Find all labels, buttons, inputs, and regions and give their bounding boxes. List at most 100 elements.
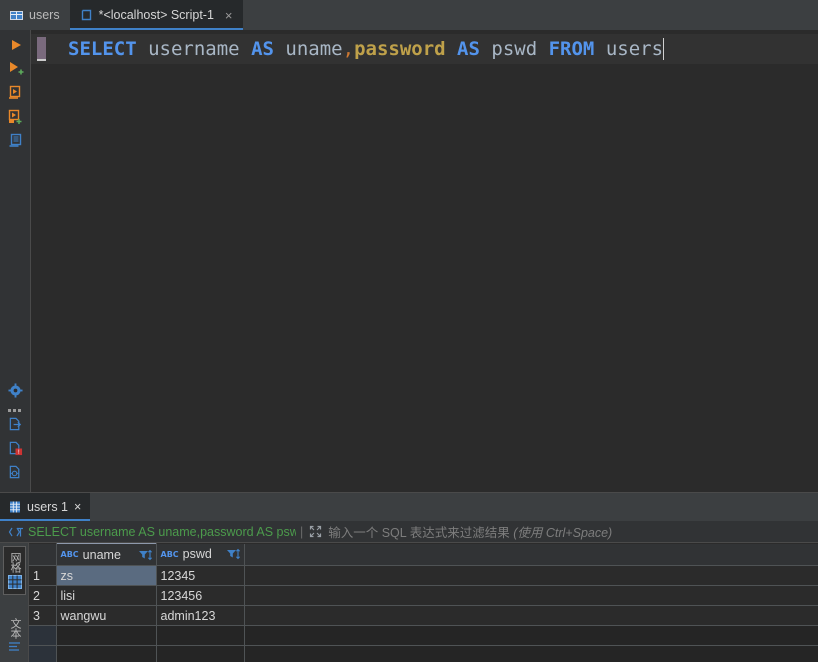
expand-editor-icon[interactable] <box>309 525 322 538</box>
sql-filter-icon <box>8 526 24 538</box>
editor-tab-users-label: users <box>29 8 60 22</box>
text-caret <box>663 38 665 60</box>
table-row-empty[interactable] <box>29 625 818 646</box>
show-query-plan-icon[interactable] <box>7 132 25 150</box>
sort-filter-icon[interactable] <box>138 549 152 561</box>
view-tab-grid[interactable]: 网格 <box>3 546 26 595</box>
view-tab-grid-label: 网格 <box>9 552 21 572</box>
sql-space-6 <box>537 38 548 60</box>
filter-placeholder-hint: (使用 Ctrl+Space) <box>513 526 613 540</box>
row-number[interactable]: 3 <box>29 605 57 626</box>
sql-space-7 <box>594 38 605 60</box>
applied-filter-query: SELECT username AS uname,password AS psw… <box>28 524 296 539</box>
sql-space-1 <box>137 38 148 60</box>
cell-pswd[interactable]: 123456 <box>156 585 245 606</box>
sql-token-as-1: AS <box>251 38 274 60</box>
close-icon[interactable]: × <box>74 500 81 514</box>
results-table-body: 1 zs 12345 2 lisi 123456 3 wangwu admin1… <box>29 565 818 662</box>
sql-space-3 <box>274 38 285 60</box>
sort-filter-icon[interactable] <box>226 548 240 560</box>
results-panel: users 1 × SELECT username AS uname,passw… <box>0 492 818 662</box>
table-row-empty[interactable] <box>29 645 818 662</box>
filter-placeholder: 输入一个 SQL 表达式来过滤结果 (使用 Ctrl+Space) <box>328 522 612 541</box>
sql-token-username: username <box>148 38 240 60</box>
table-row[interactable]: 3 wangwu admin123 <box>29 605 818 626</box>
results-table: ABC uname ABC pswd 1 zs 12345 2 lisi 123… <box>29 543 818 662</box>
sql-token-select: SELECT <box>68 38 137 60</box>
column-header-pswd[interactable]: ABC pswd <box>156 543 245 566</box>
result-table-icon <box>9 501 21 513</box>
execute-to-file-new-icon[interactable] <box>7 108 25 126</box>
column-header-uname[interactable]: ABC uname <box>55 543 157 566</box>
editor-tab-script-1[interactable]: *<localhost> Script-1 × <box>69 0 243 30</box>
sql-token-uname: uname <box>285 38 343 60</box>
export-data-icon[interactable] <box>7 416 24 433</box>
table-row[interactable]: 1 zs 12345 <box>29 565 818 586</box>
column-type-badge: ABC <box>60 550 79 559</box>
cell-empty[interactable] <box>56 645 157 662</box>
cell-pswd[interactable]: 12345 <box>156 565 245 586</box>
row-header-corner[interactable] <box>29 543 57 566</box>
cell-pswd[interactable]: admin123 <box>156 605 245 626</box>
cell-filler <box>244 605 818 626</box>
console-icon <box>80 9 93 22</box>
view-tab-text-label: 文本 <box>9 618 21 638</box>
run-statement-new-tab-icon[interactable] <box>7 60 25 78</box>
cell-filler <box>244 565 818 586</box>
cell-uname[interactable]: wangwu <box>56 605 157 626</box>
column-header-pswd-label: pswd <box>182 547 212 562</box>
sql-token-comma: , <box>342 38 355 60</box>
row-number-empty[interactable] <box>29 645 57 662</box>
close-icon[interactable]: × <box>225 9 233 22</box>
row-number[interactable]: 1 <box>29 565 57 586</box>
text-icon <box>8 641 21 652</box>
cell-empty[interactable] <box>156 625 245 646</box>
cell-empty[interactable] <box>56 625 157 646</box>
column-header-filler <box>244 543 818 566</box>
table-icon <box>10 9 23 22</box>
run-statement-icon[interactable] <box>7 36 25 54</box>
results-tab-label: users 1 <box>27 500 68 514</box>
sql-token-users: users <box>605 38 664 60</box>
results-tab-bar: users 1 × <box>0 493 818 521</box>
grid-icon <box>7 575 22 589</box>
results-tab-users-1[interactable]: users 1 × <box>0 493 91 521</box>
preview-document-icon[interactable] <box>7 464 24 481</box>
sql-token-password: password <box>354 38 446 60</box>
results-view-tabs: 网格 文本 <box>0 543 29 662</box>
editor-tab-script-1-label: *<localhost> Script-1 <box>98 8 214 22</box>
row-number-empty[interactable] <box>29 625 57 646</box>
results-table-head: ABC uname ABC pswd <box>29 543 818 566</box>
code-canvas[interactable]: SELECT username AS uname , password AS p… <box>31 30 818 492</box>
sql-statement-line[interactable]: SELECT username AS uname , password AS p… <box>31 34 818 64</box>
svg-text:!: ! <box>18 449 20 456</box>
sql-space-2 <box>240 38 251 60</box>
sql-editor: ! SELECT username AS uname , password AS <box>0 30 818 522</box>
error-document-icon[interactable]: ! <box>7 440 24 457</box>
statement-marker[interactable] <box>37 37 46 61</box>
cell-empty[interactable] <box>156 645 245 662</box>
column-header-uname-label: uname <box>82 547 121 562</box>
execute-to-file-icon[interactable] <box>7 84 25 102</box>
cell-uname[interactable]: lisi <box>56 585 157 606</box>
sql-token-from: FROM <box>548 38 595 60</box>
filter-placeholder-main: 输入一个 SQL 表达式来过滤结果 <box>328 526 510 540</box>
editor-tab-users[interactable]: users <box>0 0 70 30</box>
settings-gear-icon[interactable] <box>7 382 24 399</box>
cell-filler <box>244 625 818 646</box>
cell-filler <box>244 645 818 662</box>
editor-gutter: ! <box>0 30 31 492</box>
table-row[interactable]: 2 lisi 123456 <box>29 585 818 606</box>
sql-token-pswd: pswd <box>491 38 538 60</box>
sql-space-5 <box>480 38 491 60</box>
results-grid[interactable]: ABC uname ABC pswd 1 zs 12345 2 lisi 123… <box>29 543 818 662</box>
results-filter-bar[interactable]: SELECT username AS uname,password AS psw… <box>0 521 818 543</box>
sql-space-4 <box>446 38 457 60</box>
table-header-row: ABC uname ABC pswd <box>29 543 818 566</box>
editor-tab-bar: users *<localhost> Script-1 × <box>0 0 818 30</box>
cell-uname[interactable]: zs <box>55 565 157 586</box>
view-tab-text[interactable]: 文本 <box>3 613 26 657</box>
sql-token-as-2: AS <box>457 38 480 60</box>
filter-separator: | <box>300 524 304 539</box>
row-number[interactable]: 2 <box>29 585 57 606</box>
